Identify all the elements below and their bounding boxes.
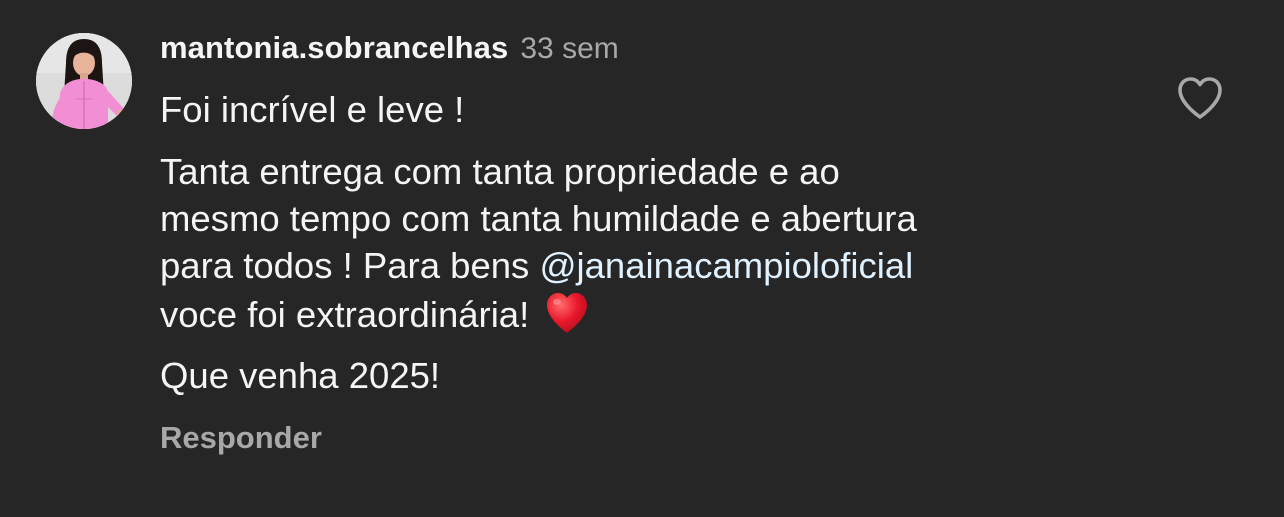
timestamp: 33 sem [520,32,619,65]
comment-header: mantonia.sobrancelhas 33 sem [160,30,619,74]
heart-emoji-icon [543,289,591,337]
username[interactable]: mantonia.sobrancelhas [160,30,508,66]
like-button[interactable] [1172,70,1228,126]
comment-line: Tanta entrega com tanta propriedade e ao [160,151,840,192]
reply-button[interactable]: Responder [160,420,322,456]
comment-line: para todos ! Para bens @janainacampiolof… [160,242,1120,289]
comment-text: para todos ! Para bens [160,245,540,286]
comment-text: voce foi extraordinária! [160,294,530,335]
comment-line: Foi incrível e leve ! [160,89,465,130]
avatar-image [36,33,132,129]
avatar[interactable] [36,33,132,129]
comment-body: Foi incrível e leve ! Tanta entrega com … [160,86,1120,399]
comment-line: mesmo tempo com tanta humildade e abertu… [160,198,917,239]
comment-line: Que venha 2025! [160,355,441,396]
mention-link[interactable]: @janainacampioloficial [539,245,913,286]
comment-item: mantonia.sobrancelhas 33 sem Foi incríve… [0,0,1284,517]
comment-line: voce foi extraordinária! [160,289,1120,338]
heart-outline-icon [1178,77,1222,119]
